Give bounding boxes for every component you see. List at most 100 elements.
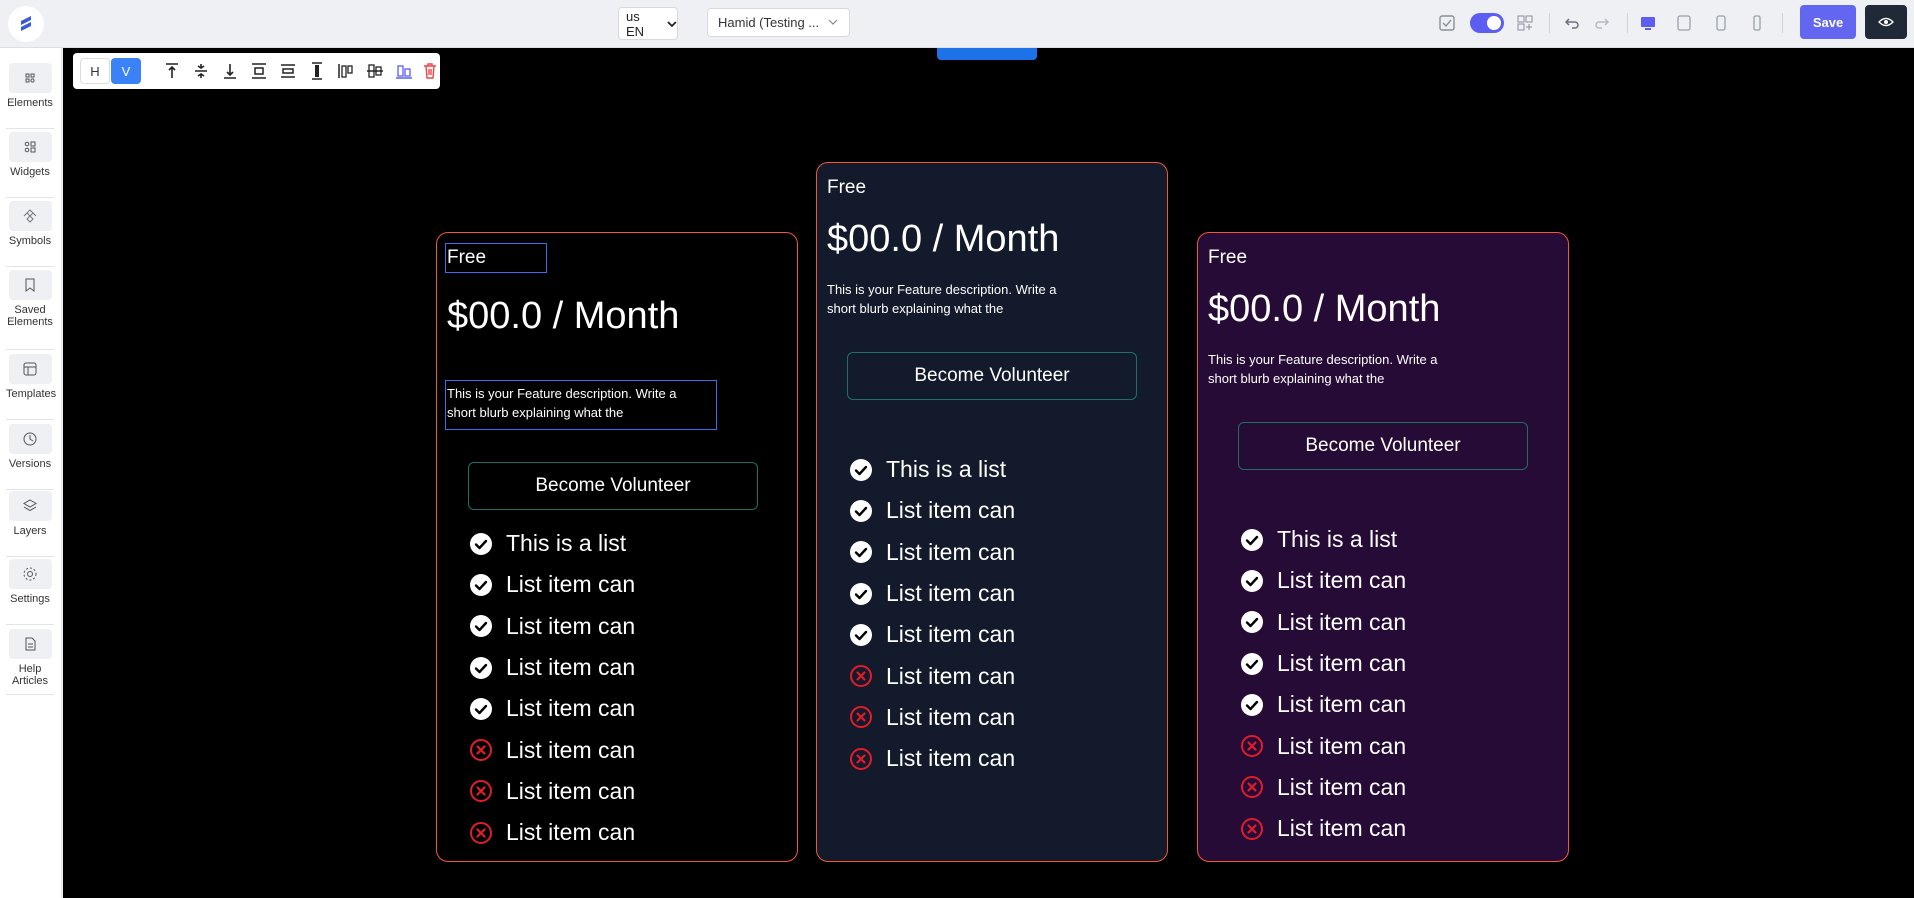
space-around-icon[interactable]	[278, 61, 298, 81]
check-circle-icon	[470, 615, 492, 638]
list-item[interactable]: List item can	[469, 771, 635, 812]
become-volunteer-button[interactable]: Become Volunteer	[847, 352, 1137, 400]
list-item-text: List item can	[506, 777, 636, 804]
align-baseline-icon[interactable]	[394, 61, 414, 81]
list-item[interactable]: List item can	[1240, 767, 1406, 808]
desktop-view-icon[interactable]	[1638, 13, 1658, 33]
plan-tier[interactable]: Free	[827, 177, 866, 199]
project-select[interactable]: Hamid (Testing ...	[707, 8, 850, 37]
section-handle[interactable]	[937, 48, 1037, 60]
list-item-text: List item can	[506, 695, 636, 722]
plan-price[interactable]: $00.0 / Month	[447, 295, 679, 338]
list-item-text: List item can	[506, 612, 636, 639]
list-item[interactable]: List item can	[469, 812, 635, 853]
list-item[interactable]: List item can	[849, 738, 1015, 779]
sidebar-item-versions[interactable]: Versions	[6, 424, 54, 470]
sidebar-item-elements[interactable]: Elements	[6, 63, 54, 109]
app-logo[interactable]	[8, 6, 44, 42]
list-item[interactable]: List item can	[849, 490, 1015, 531]
list-item[interactable]: List item can	[849, 532, 1015, 573]
language-select[interactable]: us EN	[618, 7, 678, 40]
list-item[interactable]: This is a list	[469, 523, 635, 564]
align-left-items-icon[interactable]	[336, 61, 356, 81]
vertical-button[interactable]: V	[111, 58, 141, 84]
list-item[interactable]: This is a list	[849, 449, 1015, 490]
sidebar-item-layers[interactable]: Layers	[6, 491, 54, 537]
list-item[interactable]: List item can	[1240, 684, 1406, 725]
list-item[interactable]: List item can	[469, 647, 635, 688]
check-circle-icon	[1241, 569, 1263, 592]
feature-list: This is a list List item can List item can…	[469, 523, 635, 853]
align-center-items-icon[interactable]	[365, 61, 385, 81]
small-mobile-view-icon[interactable]	[1747, 13, 1767, 33]
list-item[interactable]: List item can	[469, 564, 635, 605]
list-item[interactable]: List item can	[849, 573, 1015, 614]
sidebar-item-saved-elements[interactable]: Saved Elements	[6, 270, 54, 328]
list-item-text: List item can	[886, 621, 1016, 648]
sidebar-item-symbols[interactable]: Symbols	[6, 201, 54, 247]
become-volunteer-button[interactable]: Become Volunteer	[1238, 422, 1528, 470]
pricing-card[interactable]: Free $00.0 / Month This is your Feature de…	[1197, 232, 1569, 862]
list-item[interactable]: This is a list	[1240, 519, 1406, 560]
list-item[interactable]: List item can	[469, 729, 635, 770]
plan-tier[interactable]: Free	[1208, 247, 1247, 269]
x-circle-icon	[470, 780, 492, 803]
list-item[interactable]: List item can	[1240, 602, 1406, 643]
feature-list: This is a list List item can List item can…	[1240, 519, 1406, 849]
list-item-text: List item can	[1277, 773, 1407, 800]
tablet-view-icon[interactable]	[1674, 13, 1694, 33]
preview-button[interactable]	[1865, 5, 1907, 39]
mode-toggle[interactable]	[1470, 13, 1504, 33]
elements-icon	[25, 73, 35, 83]
save-button[interactable]: Save	[1800, 5, 1856, 39]
checklist-icon[interactable]	[1437, 13, 1457, 33]
plan-description[interactable]: This is your Feature description. Write …	[827, 280, 1087, 318]
list-item[interactable]: List item can	[1240, 725, 1406, 766]
list-item-text: List item can	[886, 580, 1016, 607]
list-item[interactable]: List item can	[849, 614, 1015, 655]
space-between-icon[interactable]	[249, 61, 269, 81]
x-circle-icon	[850, 665, 872, 688]
stretch-icon[interactable]	[307, 61, 327, 81]
sidebar-item-settings[interactable]: Settings	[6, 559, 54, 605]
sidebar-item-label: Symbols	[8, 235, 52, 247]
list-item-text: List item can	[886, 497, 1016, 524]
plan-price[interactable]: $00.0 / Month	[1208, 288, 1440, 331]
list-item[interactable]: List item can	[1240, 808, 1406, 849]
pricing-card[interactable]: Free $00.0 / Month This is your Feature de…	[816, 162, 1168, 862]
chevron-down-icon	[828, 19, 838, 25]
sidebar-item-templates[interactable]: Templates	[6, 354, 57, 400]
horizontal-button[interactable]: H	[80, 58, 110, 84]
sidebar-item-help-articles[interactable]: Help Articles	[6, 629, 54, 687]
list-item[interactable]: List item can	[1240, 560, 1406, 601]
saved-elements-icon	[25, 278, 35, 292]
sidebar-item-label: Templates	[6, 388, 57, 400]
align-top-icon[interactable]	[162, 61, 182, 81]
list-item[interactable]: List item can	[849, 697, 1015, 738]
check-circle-icon	[470, 697, 492, 720]
editor-canvas[interactable]: H V Free $00.0 / Month This is your Featur…	[63, 48, 1914, 898]
selection-outline	[445, 380, 717, 430]
become-volunteer-button[interactable]: Become Volunteer	[468, 462, 758, 510]
list-item-text: List item can	[886, 745, 1016, 772]
align-bottom-icon[interactable]	[220, 61, 240, 81]
x-circle-icon	[470, 739, 492, 762]
list-item[interactable]: List item can	[1240, 643, 1406, 684]
redo-icon[interactable]	[1592, 13, 1612, 33]
sidebar-item-widgets[interactable]: Widgets	[6, 132, 54, 178]
mobile-view-icon[interactable]	[1711, 13, 1731, 33]
plan-description[interactable]: This is your Feature description. Write …	[1208, 350, 1468, 388]
undo-icon[interactable]	[1562, 13, 1582, 33]
element-toolbar: H V	[73, 53, 440, 89]
list-item-text: List item can	[506, 819, 636, 846]
delete-icon[interactable]	[420, 61, 440, 81]
pricing-card[interactable]: Free $00.0 / Month This is your Feature de…	[436, 232, 798, 862]
align-middle-icon[interactable]	[191, 61, 211, 81]
check-circle-icon	[850, 541, 872, 564]
check-circle-icon	[1241, 693, 1263, 716]
plan-price[interactable]: $00.0 / Month	[827, 218, 1059, 261]
list-item[interactable]: List item can	[469, 606, 635, 647]
list-item[interactable]: List item can	[849, 655, 1015, 696]
list-item[interactable]: List item can	[469, 688, 635, 729]
grid-add-icon[interactable]	[1515, 13, 1535, 33]
